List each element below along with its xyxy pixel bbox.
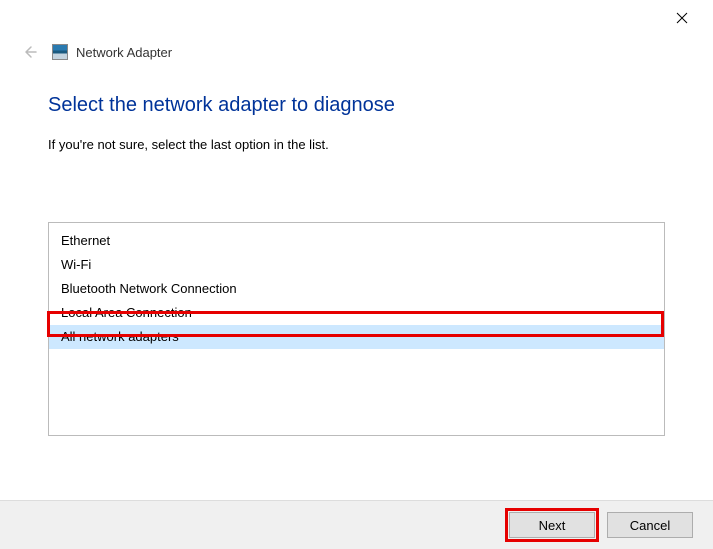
close-button[interactable] [659, 2, 705, 34]
cancel-button[interactable]: Cancel [607, 512, 693, 538]
close-icon [676, 12, 688, 24]
page-heading: Select the network adapter to diagnose [48, 94, 665, 117]
back-arrow-icon [21, 44, 37, 60]
content-area: Select the network adapter to diagnose I… [0, 66, 713, 436]
page-subtext: If you're not sure, select the last opti… [48, 137, 665, 152]
window-title: Network Adapter [76, 45, 172, 60]
annotation-highlight-button: Next [505, 508, 599, 542]
list-item[interactable]: Ethernet [49, 229, 664, 253]
back-button[interactable] [18, 41, 40, 63]
list-item-selected[interactable]: All network adapters [49, 325, 664, 349]
footer-bar: Next Cancel [0, 500, 713, 549]
title-bar [0, 0, 713, 36]
list-item[interactable]: Wi-Fi [49, 253, 664, 277]
list-item[interactable]: Bluetooth Network Connection [49, 277, 664, 301]
network-adapter-icon [52, 44, 68, 60]
adapter-listbox[interactable]: Ethernet Wi-Fi Bluetooth Network Connect… [48, 222, 665, 436]
list-item[interactable]: Local Area Connection [49, 301, 664, 325]
next-button[interactable]: Next [509, 512, 595, 538]
header-row: Network Adapter [0, 38, 713, 66]
